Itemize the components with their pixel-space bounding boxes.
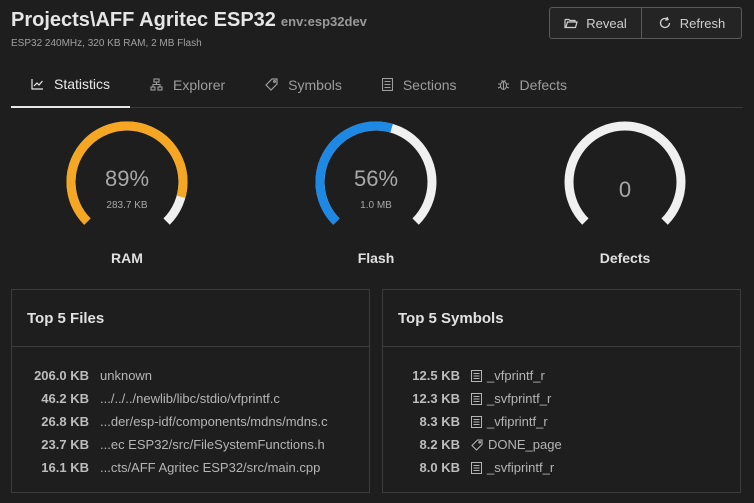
file-path: ...cts/AFF Agritec ESP32/src/main.cpp [100,460,321,475]
file-size: 46.2 KB [41,391,89,406]
flash-used: 1.0 MB [360,200,392,211]
tag-icon [265,78,278,91]
tab-statistics[interactable]: Statistics [11,62,131,108]
symbol-size: 8.0 KB [419,460,460,475]
tab-explorer[interactable]: Explorer [130,62,245,107]
symbol-row[interactable]: 12.3 KB _svfprintf_r [383,387,740,410]
function-icon [471,461,482,474]
folder-open-icon [564,18,579,29]
refresh-icon [659,16,670,29]
defects-gauge: 0 Defects [545,120,705,266]
ram-percent: 89% [104,166,150,191]
refresh-label: Refresh [679,15,726,31]
flash-percent: 56% [353,166,399,191]
chart-line-icon [31,79,43,90]
file-path: ...ec ESP32/src/FileSystemFunctions.h [100,437,325,452]
symbol-size: 12.5 KB [412,368,460,383]
flash-label: Flash [357,250,395,266]
ram-gauge: 89% 283.7 KB RAM [47,120,207,266]
function-icon [471,369,482,382]
file-size: 26.8 KB [41,414,89,429]
symbol-row[interactable]: 8.2 KB DONE_page [383,433,740,456]
file-row[interactable]: 16.1 KB ...cts/AFF Agritec ESP32/src/mai… [12,456,369,479]
symbol-row[interactable]: 8.3 KB _vfiprintf_r [383,410,740,433]
tab-label: Defects [519,76,568,93]
top-files-card: Top 5 Files 206.0 KB unknown 46.2 KB ...… [11,289,370,493]
file-row[interactable]: 46.2 KB .../../../newlib/libc/stdio/vfpr… [12,387,369,410]
file-path: unknown [100,368,153,383]
project-header: Projects\AFF Agritec ESP32 env:esp32dev … [11,9,367,49]
tab-symbols[interactable]: Symbols [245,62,362,107]
stats-gauges: 89% 283.7 KB RAM 56% 1.0 MB Flash 0 Defe… [0,120,754,275]
refresh-button[interactable]: Refresh [642,7,742,39]
defects-label: Defects [599,250,651,266]
symbol-name: _svfprintf_r [487,391,552,406]
file-path: .../../../newlib/libc/stdio/vfprintf.c [100,391,280,406]
tab-sections[interactable]: Sections [362,62,477,107]
symbol-row[interactable]: 12.5 KB _vfprintf_r [383,364,740,387]
tab-defects[interactable]: Defects [477,62,587,107]
file-size: 206.0 KB [34,368,89,383]
tab-label: Sections [402,76,457,93]
tab-bar: Statistics Explorer Symbols Sections Def… [11,62,743,108]
tab-label: Explorer [173,76,226,93]
ram-used: 283.7 KB [106,200,148,211]
tag-icon [471,438,483,451]
header-actions: Reveal Refresh [549,7,742,39]
file-row[interactable]: 23.7 KB ...ec ESP32/src/FileSystemFuncti… [12,433,369,456]
hierarchy-icon [150,78,163,91]
flash-gauge: 56% 1.0 MB Flash [296,120,456,266]
reveal-button[interactable]: Reveal [549,7,642,39]
symbol-size: 12.3 KB [412,391,460,406]
symbol-size: 8.2 KB [419,437,460,452]
file-row[interactable]: 206.0 KB unknown [12,364,369,387]
defects-count: 0 [618,177,632,202]
file-size: 16.1 KB [41,460,89,475]
top-files-title: Top 5 Files [12,290,369,347]
top-symbols-title: Top 5 Symbols [383,290,740,347]
file-path: ...der/esp-idf/components/mdns/mdns.c [100,414,328,429]
function-icon [471,392,482,405]
top-symbols-card: Top 5 Symbols 12.5 KB _vfprintf_r 12.3 K… [382,289,741,493]
symbol-name: _svfiprintf_r [487,460,555,475]
symbol-size: 8.3 KB [419,414,460,429]
file-size: 23.7 KB [41,437,89,452]
bug-icon [497,80,509,91]
symbol-name: _vfprintf_r [487,368,545,383]
tab-label: Symbols [288,76,342,93]
symbol-name: _vfiprintf_r [487,414,548,429]
file-row[interactable]: 26.8 KB ...der/esp-idf/components/mdns/m… [12,410,369,433]
ram-label: RAM [111,250,143,266]
tab-label: Statistics [54,76,111,92]
symbol-name: DONE_page [488,437,562,452]
board-info: ESP32 240MHz, 320 KB RAM, 2 MB Flash [11,38,202,49]
function-icon [471,415,482,428]
env-badge: env:esp32dev [280,14,367,29]
project-title: Projects\AFF Agritec ESP32 [11,9,276,31]
symbol-row[interactable]: 8.0 KB _svfiprintf_r [383,456,740,479]
reveal-label: Reveal [586,15,627,31]
list-icon [381,78,393,91]
